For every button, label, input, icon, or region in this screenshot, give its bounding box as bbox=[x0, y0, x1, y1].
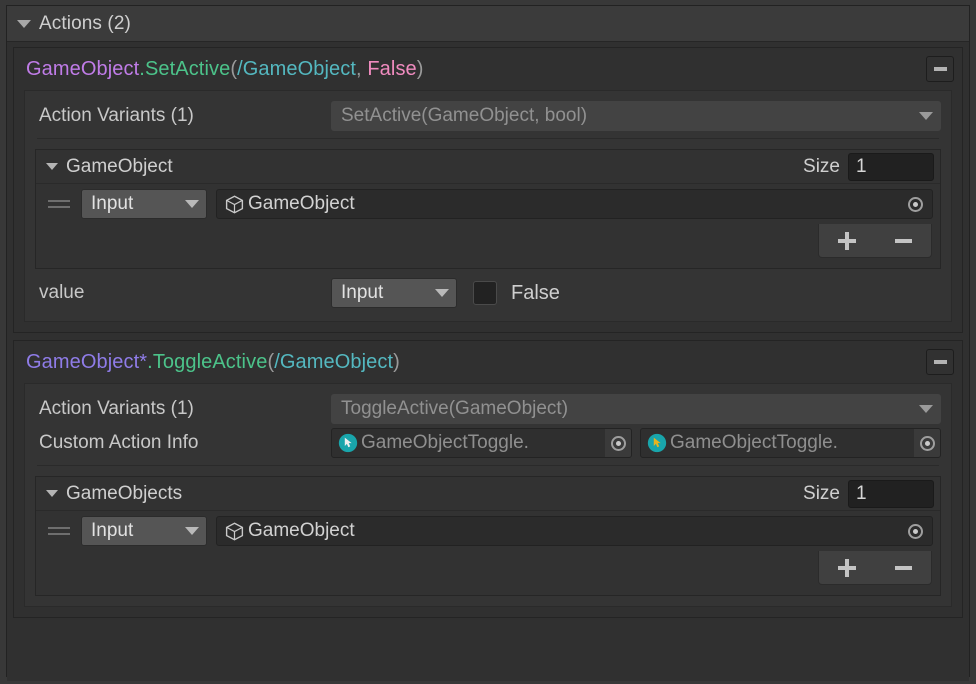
action-variants-dropdown[interactable]: SetActive(GameObject, bool) bbox=[331, 101, 941, 131]
array-element-row: Input GameObject bbox=[36, 511, 940, 551]
action-signature-0: GameObject.SetActive(/GameObject, False) bbox=[26, 58, 424, 81]
array-header-0[interactable]: GameObject Size 1 bbox=[36, 150, 940, 184]
actions-header-label: Actions (2) bbox=[39, 12, 131, 34]
array-title: GameObjects bbox=[66, 482, 183, 504]
collapse-icon[interactable] bbox=[926, 56, 954, 82]
triangle-down-icon[interactable] bbox=[46, 490, 58, 497]
triangle-down-icon[interactable] bbox=[46, 163, 58, 170]
signature-token: ToggleActive bbox=[152, 350, 268, 373]
action-card-0: GameObject.SetActive(/GameObject, False)… bbox=[13, 47, 963, 333]
object-picker-icon[interactable] bbox=[898, 190, 932, 218]
array-size-input[interactable]: 1 bbox=[848, 479, 934, 508]
chevron-down-icon bbox=[185, 527, 199, 535]
actions-body: GameObject.SetActive(/GameObject, False)… bbox=[7, 47, 969, 681]
array-title: GameObject bbox=[66, 155, 173, 177]
signature-token: /GameObject bbox=[237, 57, 357, 80]
action-variants-label: Action Variants (1) bbox=[39, 105, 194, 126]
action-signature-row-1: GameObject*.ToggleActive(/GameObject) bbox=[14, 341, 962, 383]
array-footer-1 bbox=[36, 551, 940, 595]
script-icon bbox=[337, 432, 359, 454]
divider bbox=[37, 465, 939, 466]
gameobject-object-field[interactable]: GameObject bbox=[216, 189, 933, 219]
value-row: value Input False bbox=[35, 275, 941, 311]
action-variants-value: ToggleActive(GameObject) bbox=[341, 398, 569, 419]
collapse-dash bbox=[933, 360, 947, 364]
drag-handle-icon[interactable] bbox=[46, 194, 72, 214]
value-bool-text: False bbox=[511, 281, 560, 304]
gameobject-object-value: GameObject bbox=[248, 193, 355, 214]
array-header-1[interactable]: GameObjects Size 1 bbox=[36, 477, 940, 511]
element-source-value: Input bbox=[91, 520, 134, 541]
collapse-dash bbox=[933, 67, 947, 71]
value-source-dropdown[interactable]: Input bbox=[331, 278, 457, 308]
cube-icon bbox=[224, 194, 245, 215]
action-variants-value: SetActive(GameObject, bool) bbox=[341, 105, 588, 126]
chevron-down-icon bbox=[919, 405, 933, 413]
signature-token: False bbox=[367, 57, 417, 80]
custom-action-info-field-0[interactable]: GameObjectToggle. bbox=[331, 428, 632, 458]
array-add-remove-group bbox=[818, 224, 932, 258]
actions-list-box: Actions (2) GameObject.SetActive(/GameOb… bbox=[6, 5, 970, 681]
signature-token: ) bbox=[416, 57, 424, 80]
triangle-down-icon[interactable] bbox=[17, 19, 31, 28]
action-variants-row-0: Action Variants (1) SetActive(GameObject… bbox=[35, 99, 941, 133]
array-element-row: Input GameObject bbox=[36, 184, 940, 224]
custom-action-info-value: GameObjectToggle. bbox=[361, 432, 529, 453]
value-label: value bbox=[39, 282, 85, 303]
signature-token: GameObject* bbox=[26, 350, 148, 373]
custom-action-info-value: GameObjectToggle. bbox=[670, 432, 838, 453]
inspector-panel: Actions (2) GameObject.SetActive(/GameOb… bbox=[0, 0, 976, 684]
array-size-input[interactable]: 1 bbox=[848, 152, 934, 181]
value-source-value: Input bbox=[341, 282, 384, 303]
action-card-inner-1: Action Variants (1) ToggleActive(GameObj… bbox=[24, 383, 952, 607]
chevron-down-icon bbox=[919, 112, 933, 120]
collapse-icon[interactable] bbox=[926, 349, 954, 375]
action-signature-row-0: GameObject.SetActive(/GameObject, False) bbox=[14, 48, 962, 90]
signature-token: SetActive bbox=[144, 57, 231, 80]
array-size-label: Size bbox=[803, 155, 840, 177]
gameobject-object-field[interactable]: GameObject bbox=[216, 516, 933, 546]
add-element-button[interactable] bbox=[838, 231, 857, 250]
chevron-down-icon bbox=[435, 289, 449, 297]
custom-action-info-fields: GameObjectToggle. GameObjectToggle. bbox=[331, 428, 941, 458]
array-size-group: Size 1 bbox=[803, 152, 934, 181]
object-picker-icon[interactable] bbox=[605, 429, 631, 457]
cube-icon bbox=[224, 521, 245, 542]
array-size-label: Size bbox=[803, 482, 840, 504]
remove-element-button[interactable] bbox=[894, 565, 912, 570]
array-size-group: Size 1 bbox=[803, 479, 934, 508]
custom-action-info-label: Custom Action Info bbox=[39, 432, 199, 453]
add-element-button[interactable] bbox=[838, 558, 857, 577]
object-picker-icon[interactable] bbox=[914, 429, 940, 457]
element-source-dropdown[interactable]: Input bbox=[81, 189, 207, 219]
actions-header[interactable]: Actions (2) bbox=[7, 6, 969, 42]
gameobject-object-value: GameObject bbox=[248, 520, 355, 541]
custom-action-info-row: Custom Action Info GameObjectToggle. Gam… bbox=[35, 426, 941, 460]
value-checkbox[interactable] bbox=[473, 281, 497, 305]
signature-token: ) bbox=[393, 350, 400, 373]
element-source-value: Input bbox=[91, 193, 134, 214]
script-icon bbox=[646, 432, 668, 454]
chevron-down-icon bbox=[185, 200, 199, 208]
signature-token: /GameObject bbox=[274, 350, 394, 373]
action-variants-dropdown[interactable]: ToggleActive(GameObject) bbox=[331, 394, 941, 424]
remove-element-button[interactable] bbox=[894, 238, 912, 243]
custom-action-info-field-1[interactable]: GameObjectToggle. bbox=[640, 428, 941, 458]
object-picker-icon[interactable] bbox=[898, 517, 932, 545]
array-add-remove-group bbox=[818, 551, 932, 585]
action-variants-label: Action Variants (1) bbox=[39, 398, 194, 419]
action-card-1: GameObject*.ToggleActive(/GameObject) Ac… bbox=[13, 340, 963, 618]
action-variants-row-1: Action Variants (1) ToggleActive(GameObj… bbox=[35, 392, 941, 426]
array-footer-0 bbox=[36, 224, 940, 268]
action-signature-1: GameObject*.ToggleActive(/GameObject) bbox=[26, 351, 400, 374]
drag-handle-icon[interactable] bbox=[46, 521, 72, 541]
divider bbox=[37, 138, 939, 139]
element-source-dropdown[interactable]: Input bbox=[81, 516, 207, 546]
signature-token: , bbox=[356, 57, 368, 80]
signature-token: GameObject bbox=[26, 57, 140, 80]
gameobject-array-1: GameObjects Size 1 Input GameObject bbox=[35, 476, 941, 596]
action-card-inner-0: Action Variants (1) SetActive(GameObject… bbox=[24, 90, 952, 322]
gameobject-array-0: GameObject Size 1 Input GameObject bbox=[35, 149, 941, 269]
